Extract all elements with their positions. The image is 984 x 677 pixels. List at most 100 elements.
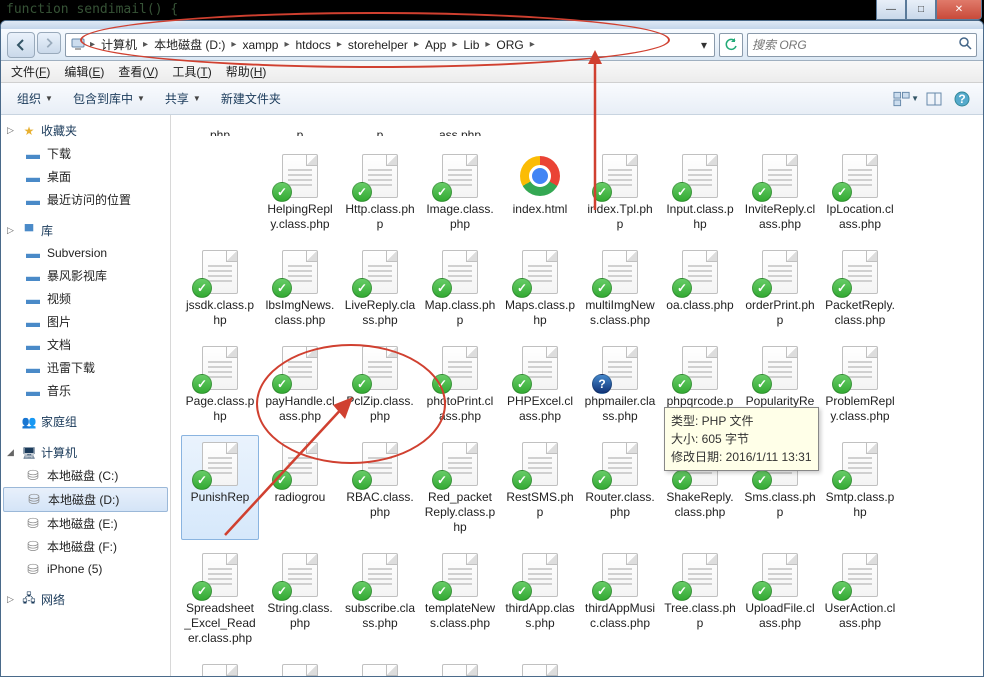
file-list-pane[interactable]: phpppass.php✓HelpingReply.class.php✓Http… — [171, 115, 983, 676]
breadcrumb-segment[interactable]: storehelper — [344, 34, 412, 56]
nav-item[interactable]: ▬视频 — [1, 287, 170, 310]
view-options-button[interactable]: ▼ — [893, 87, 919, 111]
breadcrumb-segment[interactable]: App — [421, 34, 450, 56]
search-input[interactable] — [752, 38, 958, 52]
breadcrumb-separator[interactable]: ▸ — [282, 39, 291, 50]
refresh-button[interactable] — [719, 33, 743, 57]
file-item[interactable]: ✓lbsImgNews.class.php — [261, 243, 339, 333]
file-item[interactable]: ✓Wechat.class.php — [261, 657, 339, 676]
menu-v[interactable]: 查看(V) — [112, 61, 164, 82]
breadcrumb-segment[interactable]: 计算机 — [97, 34, 141, 56]
file-item[interactable]: ✓RestSMS.php — [501, 435, 579, 540]
computer-header[interactable]: ◢🖥计算机 — [1, 441, 170, 464]
file-item[interactable]: ✓String.class.php — [261, 546, 339, 651]
minimize-button[interactable]: — — [876, 0, 906, 20]
file-item[interactable]: ass.php — [421, 121, 499, 141]
file-item[interactable]: ✓Whre.class.php — [501, 657, 579, 676]
breadcrumb-segment[interactable]: 本地磁盘 (D:) — [150, 34, 229, 56]
libraries-header[interactable]: ▷▀库 — [1, 219, 170, 242]
network-header[interactable]: ▷🖧网络 — [1, 588, 170, 611]
breadcrumb[interactable]: ▸ 计算机▸本地磁盘 (D:)▸xampp▸htdocs▸storehelper… — [65, 33, 715, 57]
file-item[interactable]: ✓UploadFile.class.php — [741, 546, 819, 651]
file-item[interactable]: p — [261, 121, 339, 141]
file-item[interactable]: ✓payHandle.class.php — [261, 339, 339, 429]
file-item[interactable]: ✓Map.class.php — [421, 243, 499, 333]
file-item[interactable]: ✓WechatAddr.class.php — [341, 657, 419, 676]
file-item[interactable]: ✓LiveReply.class.php — [341, 243, 419, 333]
file-item[interactable]: ✓templateNews.class.php — [421, 546, 499, 651]
file-item[interactable]: ✓thirdAppMusic.class.php — [581, 546, 659, 651]
file-item[interactable]: ✓Maps.class.php — [501, 243, 579, 333]
help-button[interactable]: ? — [949, 87, 975, 111]
nav-item[interactable]: ⛁本地磁盘 (F:) — [1, 535, 170, 558]
nav-item[interactable]: ⛁本地磁盘 (E:) — [1, 512, 170, 535]
file-item[interactable]: ✓Input.class.php — [661, 147, 739, 237]
titlebar[interactable] — [1, 21, 983, 29]
breadcrumb-segment[interactable]: ORG — [492, 34, 527, 56]
nav-item[interactable]: ▬音乐 — [1, 379, 170, 402]
organize-button[interactable]: 组织▼ — [9, 86, 61, 111]
nav-item[interactable]: ▬桌面 — [1, 165, 170, 188]
close-button[interactable]: ✕ — [936, 0, 982, 20]
file-item[interactable]: ✓PclZip.class.php — [341, 339, 419, 429]
search-icon[interactable] — [958, 36, 972, 53]
nav-item[interactable]: ⛁iPhone (5) — [1, 558, 170, 580]
file-item[interactable]: ✓photoPrint.class.php — [421, 339, 499, 429]
nav-item[interactable]: ▬Subversion — [1, 242, 170, 264]
file-item[interactable]: ✓Http.class.php — [341, 147, 419, 237]
breadcrumb-separator[interactable]: ▸ — [141, 39, 150, 50]
file-item[interactable]: ✓PHPExcel.class.php — [501, 339, 579, 429]
file-item[interactable]: ✓subscribe.class.php — [341, 546, 419, 651]
file-item[interactable]: ✓multiImgNews.class.php — [581, 243, 659, 333]
include-in-library-button[interactable]: 包含到库中▼ — [65, 86, 153, 111]
breadcrumb-separator[interactable]: ▸ — [450, 39, 459, 50]
nav-item[interactable]: ▬最近访问的位置 — [1, 188, 170, 211]
file-item[interactable]: index.html — [501, 147, 579, 237]
menu-t[interactable]: 工具(T) — [166, 61, 217, 82]
file-item[interactable]: ✓jssdk.class.php — [181, 243, 259, 333]
file-item[interactable]: ✓orderPrint.php — [741, 243, 819, 333]
breadcrumb-segment[interactable]: xampp — [238, 34, 282, 56]
breadcrumb-segment[interactable]: Lib — [459, 34, 483, 56]
breadcrumb-separator[interactable]: ▸ — [335, 39, 344, 50]
menu-e[interactable]: 编辑(E) — [58, 61, 110, 82]
file-item[interactable]: ✓PacketReply.class.php — [821, 243, 899, 333]
new-folder-button[interactable]: 新建文件夹 — [213, 86, 289, 111]
maximize-button[interactable]: □ — [906, 0, 936, 20]
favorites-header[interactable]: ▷★收藏夹 — [1, 119, 170, 142]
back-button[interactable] — [7, 32, 35, 58]
nav-item[interactable]: ▬图片 — [1, 310, 170, 333]
homegroup-header[interactable]: 👥家庭组 — [1, 410, 170, 433]
breadcrumb-separator[interactable]: ▸ — [483, 39, 492, 50]
file-item[interactable]: ✓InviteReply.class.php — [741, 147, 819, 237]
file-item[interactable]: ✓Router.class.php — [581, 435, 659, 540]
file-item[interactable]: ✓RBAC.class.php — [341, 435, 419, 540]
breadcrumb-separator[interactable]: ▸ — [229, 39, 238, 50]
file-item[interactable]: ✓UserAction.class.php — [821, 546, 899, 651]
nav-item[interactable]: ▬下载 — [1, 142, 170, 165]
file-item[interactable]: ?phpmailer.class.php — [581, 339, 659, 429]
file-item[interactable]: ✓Page.class.php — [181, 339, 259, 429]
file-item[interactable]: php — [181, 121, 259, 141]
file-item[interactable]: ✓oa.class.php — [661, 243, 739, 333]
file-item[interactable]: ✓Image.class.php — [421, 147, 499, 237]
nav-item[interactable]: ▬迅雷下载 — [1, 356, 170, 379]
search-box[interactable] — [747, 33, 977, 57]
file-item[interactable]: ✓thirdApp.class.php — [501, 546, 579, 651]
file-item[interactable]: ✓IpLocation.class.php — [821, 147, 899, 237]
breadcrumb-separator[interactable]: ▸ — [528, 39, 537, 50]
file-item[interactable]: ✓Smtp.class.php — [821, 435, 899, 540]
nav-item[interactable]: ⛁本地磁盘 (D:) — [3, 487, 168, 512]
breadcrumb-segment[interactable]: htdocs — [292, 34, 335, 56]
nav-item[interactable]: ▬暴风影视库 — [1, 264, 170, 287]
preview-pane-button[interactable] — [921, 87, 947, 111]
file-item[interactable]: ✓Spreadsheet_Excel_Reader.class.php — [181, 546, 259, 651]
file-item[interactable]: ✓Red_packetReply.class.php — [421, 435, 499, 540]
breadcrumb-separator[interactable]: ▸ — [412, 39, 421, 50]
menu-f[interactable]: 文件(F) — [5, 61, 56, 82]
share-button[interactable]: 共享▼ — [157, 86, 209, 111]
nav-item[interactable]: ⛁本地磁盘 (C:) — [1, 464, 170, 487]
file-item[interactable]: ✓Tree.class.php — [661, 546, 739, 651]
file-item[interactable]: ✓ProblemReply.class.php — [821, 339, 899, 429]
file-item[interactable]: ✓index.Tpl.php — [581, 147, 659, 237]
